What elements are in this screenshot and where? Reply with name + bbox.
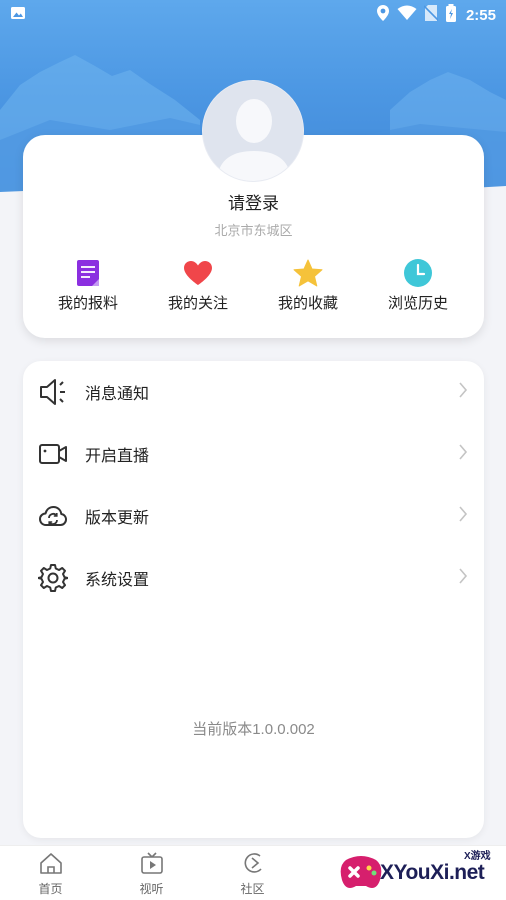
tab-community[interactable]: 社区: [202, 846, 303, 900]
tab-media[interactable]: 视听: [101, 846, 202, 900]
menu-item-notifications[interactable]: 消息通知: [23, 361, 484, 423]
chevron-right-icon: [458, 443, 468, 466]
quick-actions: 我的报料 我的关注 我的收藏 浏览历史: [23, 258, 484, 313]
menu-item-label: 系统设置: [85, 572, 150, 589]
quick-action-label: 浏览历史: [387, 295, 448, 312]
quick-action-my-reports[interactable]: 我的报料: [33, 258, 143, 313]
tab-home[interactable]: 首页: [0, 846, 101, 900]
image-icon: [10, 5, 26, 25]
battery-icon: [445, 4, 457, 26]
watermark-tag: X游戏: [464, 851, 491, 862]
quick-action-history[interactable]: 浏览历史: [363, 258, 473, 313]
login-prompt[interactable]: 请登录: [23, 189, 484, 214]
report-doc-icon: [73, 258, 103, 288]
version-label: 当前版本1.0.0.002: [192, 721, 315, 738]
menu-item-label: 开启直播: [85, 448, 150, 465]
video-camera-icon: [38, 439, 68, 469]
chevron-right-icon: [458, 567, 468, 590]
tab-label: 首页: [38, 882, 63, 896]
gear-icon: [38, 563, 68, 593]
chevron-right-icon: [458, 505, 468, 528]
tv-play-icon: [140, 852, 164, 879]
cloud-refresh-icon: [38, 501, 68, 531]
quick-action-my-follows[interactable]: 我的关注: [143, 258, 253, 313]
wifi-icon: [397, 5, 417, 25]
watermark-logo: X游戏 XYouXi.net: [336, 845, 506, 900]
tab-label: 视听: [139, 882, 164, 896]
status-time: 2:55: [465, 6, 496, 24]
tab-label: 社区: [240, 882, 265, 896]
clock-icon: [403, 258, 433, 288]
location-icon: [376, 4, 390, 26]
home-icon: [39, 852, 63, 879]
watermark-brand: XYouXi.net: [380, 861, 485, 884]
quick-action-label: 我的报料: [57, 295, 118, 312]
avatar[interactable]: [202, 80, 304, 182]
location-label: 北京市东城区: [214, 223, 293, 238]
quick-action-label: 我的关注: [167, 295, 228, 312]
community-icon: [241, 852, 265, 879]
menu-item-system-settings[interactable]: 系统设置: [23, 547, 484, 609]
settings-menu-card: 消息通知 开启直播 版本更新 系统设置 当前版本1.0.0.002: [23, 361, 484, 838]
no-sim-icon: [423, 4, 439, 26]
chevron-right-icon: [458, 381, 468, 404]
menu-item-label: 版本更新: [85, 510, 150, 527]
gamepad-logo-icon: [340, 856, 382, 888]
quick-action-my-favorites[interactable]: 我的收藏: [253, 258, 363, 313]
menu-item-live-stream[interactable]: 开启直播: [23, 423, 484, 485]
menu-item-version-update[interactable]: 版本更新: [23, 485, 484, 547]
heart-icon: [183, 258, 213, 288]
star-icon: [293, 258, 323, 288]
quick-action-label: 我的收藏: [277, 295, 338, 312]
status-bar: 2:55: [0, 0, 506, 30]
user-placeholder-icon: [203, 81, 303, 181]
menu-item-label: 消息通知: [85, 386, 150, 403]
speaker-icon: [38, 377, 68, 407]
